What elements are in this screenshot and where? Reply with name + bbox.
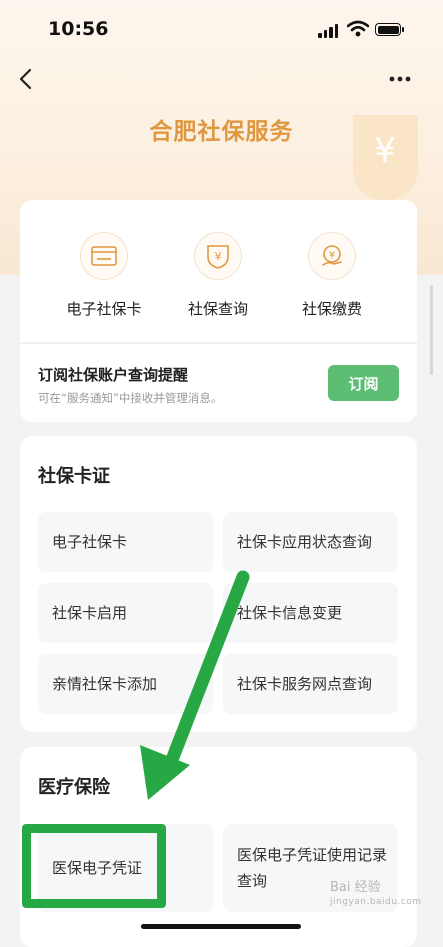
section-medical-insurance: 医疗保险 医保电子凭证 医保电子凭证使用记录查询 (20, 747, 417, 947)
service-e-card[interactable]: 电子社保卡 (49, 232, 159, 319)
cellular-signal-icon (318, 24, 340, 38)
section-title: 医疗保险 (38, 777, 110, 798)
svg-text:¥: ¥ (374, 131, 396, 171)
subscribe-title: 订阅社保账户查询提醒 (38, 366, 189, 384)
scrollbar[interactable] (430, 285, 433, 375)
tile-card-activation[interactable]: 社保卡启用 (38, 583, 213, 643)
battery-icon (375, 23, 404, 36)
svg-text:¥: ¥ (329, 250, 335, 261)
shield-yuan-decoration-icon: ¥ (353, 115, 418, 202)
subscribe-description: 可在“服务通知”中接收并管理消息。 (38, 391, 223, 405)
service-query[interactable]: ¥ 社保查询 (163, 232, 273, 319)
quick-services-card: 电子社保卡 ¥ 社保查询 ¥ 社保缴费 (20, 200, 417, 342)
yuan-hand-icon: ¥ (322, 245, 342, 266)
tile-e-social-card[interactable]: 电子社保卡 (38, 512, 213, 572)
tile-card-status-query[interactable]: 社保卡应用状态查询 (223, 512, 398, 572)
more-options-icon[interactable] (386, 66, 414, 92)
section-social-security-card: 社保卡证 电子社保卡 社保卡应用状态查询 社保卡启用 社保卡信息变更 亲情社保卡… (20, 436, 417, 732)
service-label: 电子社保卡 (66, 300, 142, 318)
status-bar: 10:56 (0, 0, 443, 60)
wifi-icon (347, 20, 369, 37)
watermark: Bai 经验 jingyan.baidu.com (330, 880, 422, 907)
service-label: 社保查询 (187, 300, 248, 318)
subscribe-button[interactable]: 订阅 (328, 365, 399, 401)
service-payment[interactable]: ¥ 社保缴费 (277, 232, 387, 319)
tile-family-card-add[interactable]: 亲情社保卡添加 (38, 654, 213, 714)
tile-medical-e-voucher[interactable]: 医保电子凭证 (38, 824, 213, 912)
service-label: 社保缴费 (301, 300, 362, 318)
yuan-shield-icon: ¥ (207, 245, 229, 269)
status-time: 10:56 (48, 18, 109, 40)
svg-text:¥: ¥ (215, 250, 222, 263)
tile-service-outlet-query[interactable]: 社保卡服务网点查询 (223, 654, 398, 714)
home-indicator (141, 924, 301, 929)
section-title: 社保卡证 (38, 466, 110, 487)
back-arrow-icon[interactable] (14, 66, 40, 92)
card-icon (91, 246, 117, 266)
subscribe-reminder: 订阅社保账户查询提醒 可在“服务通知”中接收并管理消息。 订阅 (20, 343, 417, 422)
tile-card-info-change[interactable]: 社保卡信息变更 (223, 583, 398, 643)
